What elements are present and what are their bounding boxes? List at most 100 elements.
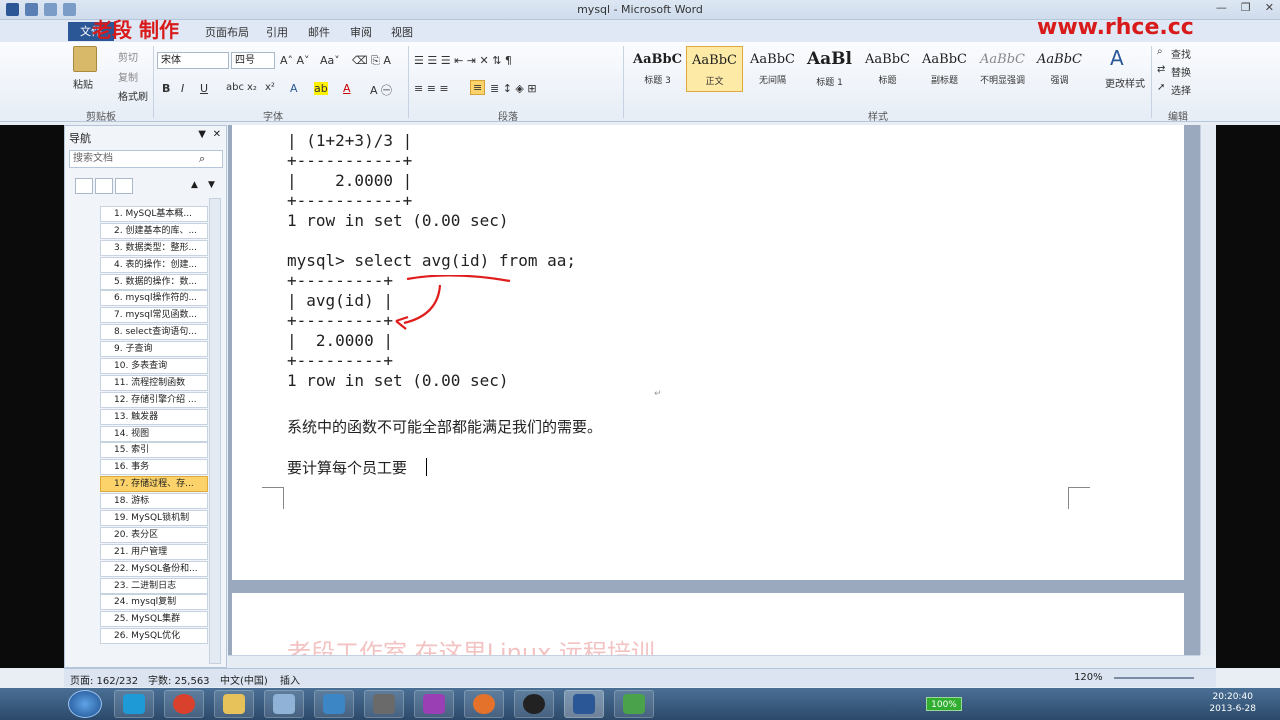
format-painter-button[interactable]: 格式刷: [118, 88, 148, 103]
taskbar-app[interactable]: [514, 690, 554, 718]
horizontal-scrollbar[interactable]: [228, 655, 1200, 668]
select-icon[interactable]: ➚: [1157, 82, 1165, 93]
status-zoom[interactable]: 120%: [1074, 672, 1103, 683]
taskbar-app[interactable]: [264, 690, 304, 718]
nav-heading-item[interactable]: 11. 流程控制函数: [100, 374, 208, 391]
nav-heading-item[interactable]: 8. select查询语句...: [100, 324, 208, 341]
bullets-icon[interactable]: ☰ ☰ ☰ ⇤ ⇥ ✕ ⇅ ¶: [414, 54, 512, 67]
status-words[interactable]: 字数: 25,563: [148, 672, 210, 687]
nav-heading-item[interactable]: 23. 二进制日志: [100, 577, 208, 594]
taskbar-app[interactable]: [114, 690, 154, 718]
nav-heading-item[interactable]: 3. 数据类型：整形...: [100, 239, 208, 256]
nav-heading-item[interactable]: 17. 存储过程、存...: [100, 476, 208, 493]
char-shading-icon[interactable]: A ㊀: [370, 82, 392, 98]
find-icon[interactable]: ⌕: [1157, 46, 1163, 57]
paste-button[interactable]: 粘贴: [73, 76, 93, 91]
style-emphasis[interactable]: AaBbC 强调: [1031, 46, 1088, 92]
tab-references[interactable]: 引用: [266, 24, 288, 40]
clear-format-icon[interactable]: ⌫ ⎘ A: [352, 54, 391, 68]
style-heading1[interactable]: AaBl 标题 1: [801, 46, 858, 92]
nav-heading-item[interactable]: 5. 数据的操作：数...: [100, 273, 208, 290]
underline-icon[interactable]: U: [200, 82, 208, 95]
taskbar-app[interactable]: [164, 690, 204, 718]
subscript-icon[interactable]: x₂: [247, 82, 257, 93]
select-button[interactable]: 选择: [1171, 82, 1191, 97]
nav-heading-item[interactable]: 16. 事务: [100, 459, 208, 476]
tab-review[interactable]: 审阅: [350, 24, 372, 40]
highlight-icon[interactable]: ab: [314, 82, 328, 95]
taskbar-app[interactable]: [214, 690, 254, 718]
paste-icon[interactable]: [73, 46, 97, 72]
taskbar-app[interactable]: [364, 690, 404, 718]
nav-heading-item[interactable]: 18. 游标: [100, 493, 208, 510]
italic-icon[interactable]: I: [181, 82, 184, 95]
superscript-icon[interactable]: x²: [265, 82, 275, 93]
pages-view-icon[interactable]: [95, 178, 113, 194]
nav-heading-item[interactable]: 20. 表分区: [100, 526, 208, 543]
replace-icon[interactable]: ⇄: [1157, 64, 1165, 75]
nav-heading-item[interactable]: 14. 视图: [100, 425, 208, 442]
results-view-icon[interactable]: [115, 178, 133, 194]
nav-heading-item[interactable]: 24. mysql复制: [100, 594, 208, 611]
taskbar-app[interactable]: [564, 690, 604, 718]
tab-view[interactable]: 视图: [391, 24, 413, 40]
nav-scrollbar[interactable]: [209, 198, 221, 664]
nav-heading-item[interactable]: 6. mysql操作符的...: [100, 290, 208, 307]
search-icon[interactable]: ⌕: [199, 152, 205, 166]
replace-button[interactable]: 替换: [1171, 64, 1191, 79]
style-no-spacing[interactable]: AaBbC 无间隔: [744, 46, 801, 92]
nav-heading-item[interactable]: 12. 存储引擎介绍 ...: [100, 391, 208, 408]
vertical-scrollbar[interactable]: [1200, 125, 1216, 655]
style-title[interactable]: AaBbC 标题: [859, 46, 916, 92]
taskbar-app[interactable]: [464, 690, 504, 718]
cut-button[interactable]: 剪切: [118, 49, 138, 64]
nav-heading-item[interactable]: 21. 用户管理: [100, 543, 208, 560]
nav-heading-item[interactable]: 19. MySQL锁机制: [100, 510, 208, 527]
grow-font-icon[interactable]: A˄ A˅: [280, 54, 310, 67]
nav-heading-item[interactable]: 7. mysql常见函数...: [100, 307, 208, 324]
close-button[interactable]: ✕: [1265, 1, 1274, 14]
status-mode[interactable]: 插入: [280, 672, 300, 687]
font-name-select[interactable]: 宋体: [157, 52, 229, 69]
maximize-button[interactable]: ❐: [1241, 1, 1251, 14]
minimize-button[interactable]: —: [1216, 1, 1227, 14]
nav-heading-item[interactable]: 22. MySQL备份和...: [100, 560, 208, 577]
clock[interactable]: 20:20:40 2013-6-28: [1209, 691, 1256, 715]
nav-menu-icon[interactable]: ▼: [198, 129, 206, 140]
battery-indicator[interactable]: 100%: [926, 697, 962, 711]
justify-icon[interactable]: ≡: [470, 80, 486, 95]
status-language[interactable]: 中文(中国): [220, 672, 268, 687]
start-button[interactable]: [68, 690, 102, 718]
tab-mailings[interactable]: 邮件: [308, 24, 330, 40]
line-spacing-icon[interactable]: ≣ ↕ ◈ ⊞: [490, 82, 537, 95]
nav-heading-item[interactable]: 10. 多表查询: [100, 358, 208, 375]
tab-page-layout[interactable]: 页面布局: [205, 24, 249, 40]
change-case-icon[interactable]: Aa˅: [320, 54, 340, 67]
status-page[interactable]: 页面: 162/232: [70, 672, 138, 687]
headings-view-icon[interactable]: [75, 178, 93, 194]
nav-close-icon[interactable]: ✕: [213, 129, 221, 140]
font-color-icon[interactable]: A: [343, 82, 351, 95]
nav-up-icon[interactable]: ▲: [191, 180, 198, 190]
copy-button[interactable]: 复制: [118, 69, 138, 84]
zoom-slider[interactable]: [1114, 677, 1194, 679]
nav-heading-item[interactable]: 26. MySQL优化: [100, 628, 208, 645]
nav-heading-item[interactable]: 15. 索引: [100, 442, 208, 459]
style-subtitle[interactable]: AaBbC 副标题: [916, 46, 973, 92]
nav-heading-item[interactable]: 9. 子查询: [100, 341, 208, 358]
find-button[interactable]: 查找: [1171, 46, 1191, 61]
style-heading3[interactable]: AaBbC 标题 3: [629, 46, 686, 92]
nav-heading-item[interactable]: 2. 创建基本的库、...: [100, 222, 208, 239]
taskbar-app[interactable]: [314, 690, 354, 718]
text-effects-icon[interactable]: A: [290, 82, 298, 95]
bold-icon[interactable]: B: [162, 82, 170, 95]
nav-heading-item[interactable]: 1. MySQL基本概...: [100, 206, 208, 222]
font-size-select[interactable]: 四号: [231, 52, 275, 69]
taskbar-app[interactable]: [614, 690, 654, 718]
nav-heading-item[interactable]: 13. 触发器: [100, 408, 208, 425]
taskbar-app[interactable]: [414, 690, 454, 718]
align-icon[interactable]: ≡ ≡ ≡: [414, 82, 449, 95]
change-styles-button[interactable]: 更改样式: [1105, 75, 1145, 90]
style-normal[interactable]: AaBbC 正文: [686, 46, 743, 92]
nav-heading-item[interactable]: 4. 表的操作：创建...: [100, 256, 208, 273]
